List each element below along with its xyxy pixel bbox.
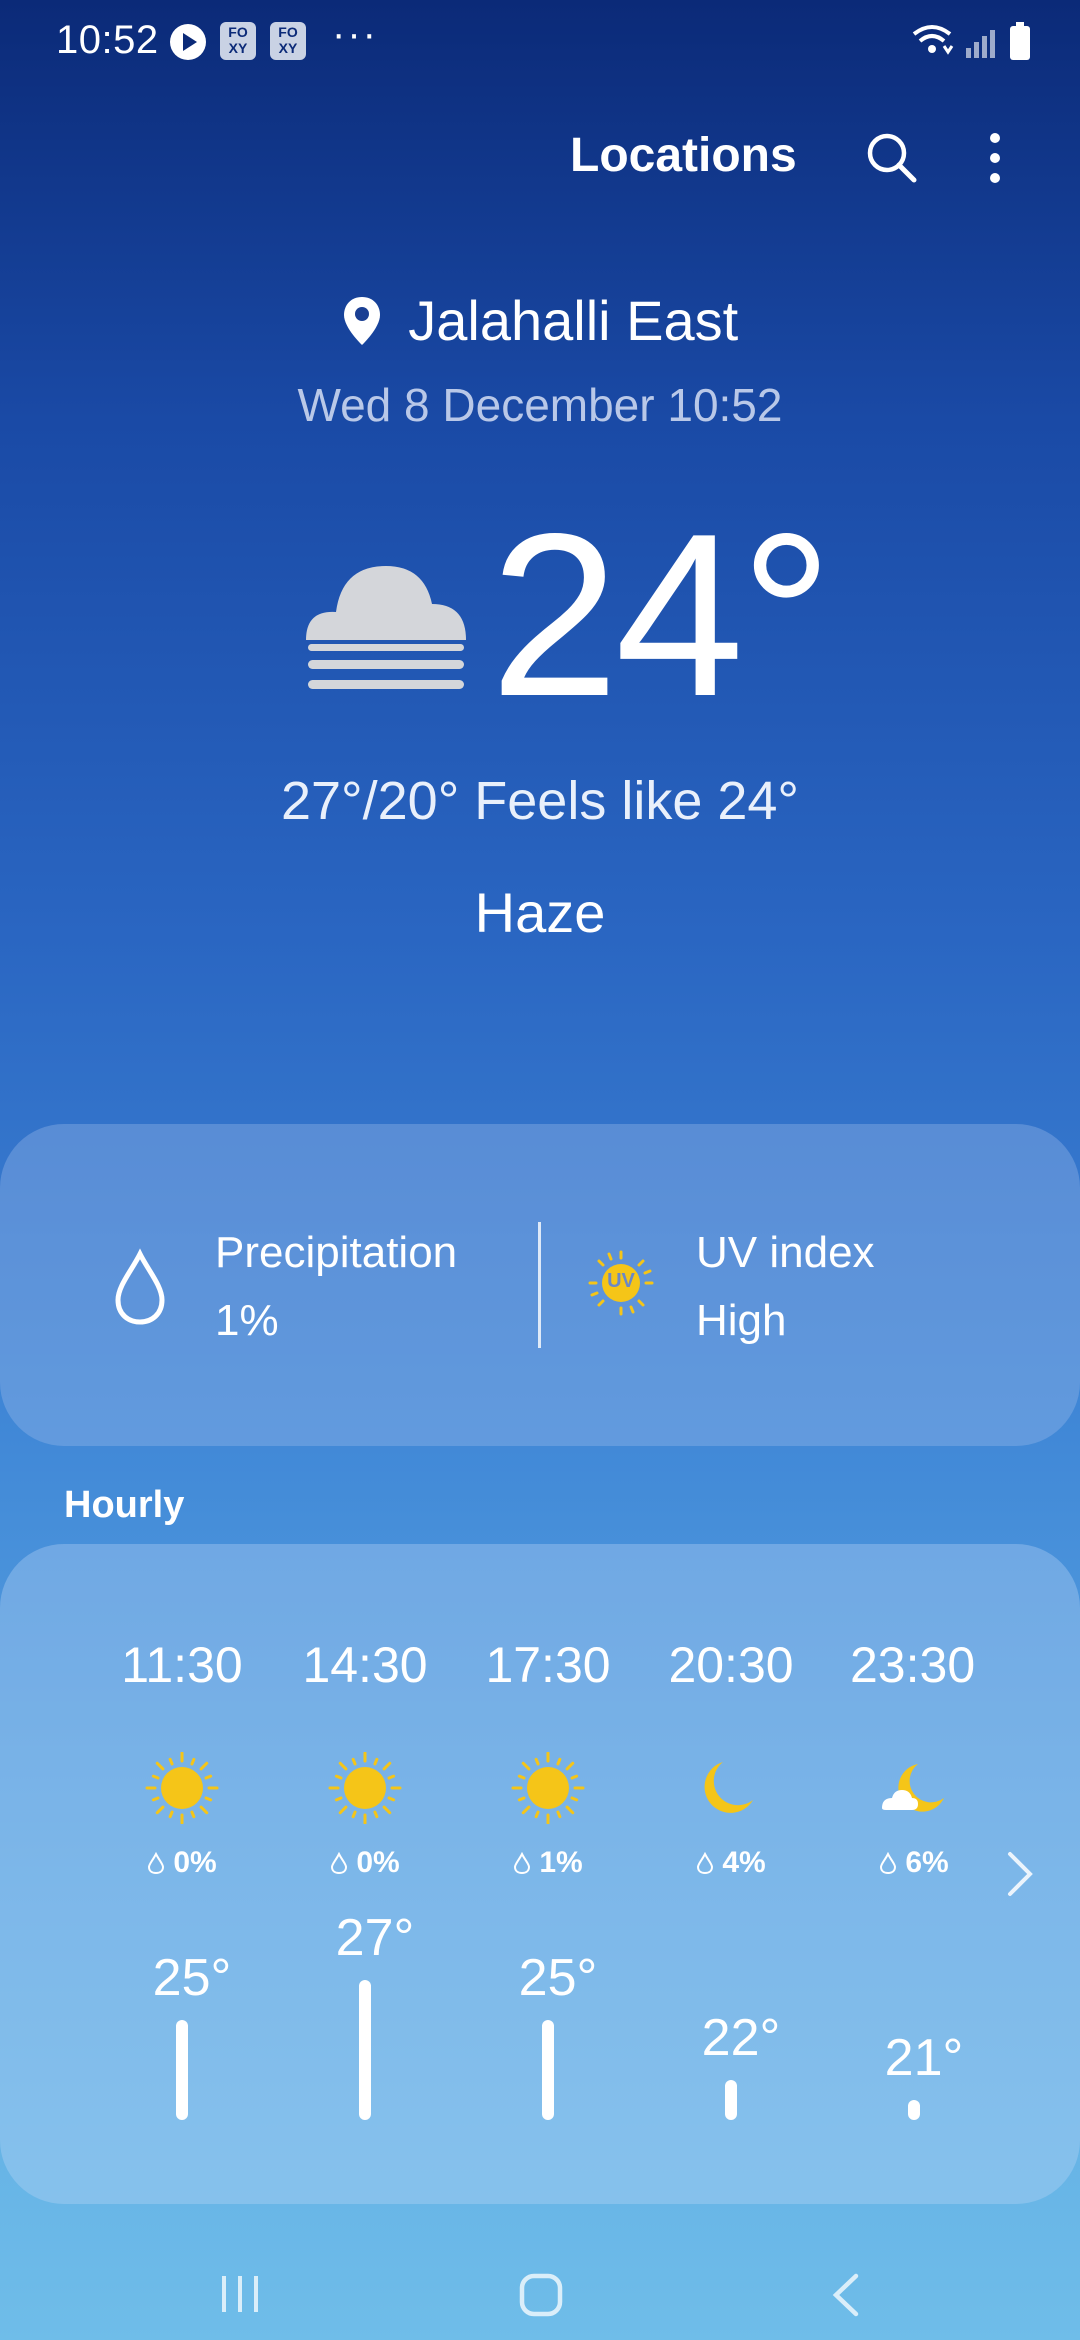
search-icon[interactable]	[862, 128, 922, 188]
recent-apps-icon[interactable]	[218, 2272, 262, 2316]
hourly-temp-bar	[542, 2020, 554, 2120]
foxy-app-icon: FO XY	[220, 22, 256, 60]
uv-badge-text: UV	[607, 1270, 635, 1292]
precipitation-value: 1%	[215, 1296, 279, 1345]
hourly-precipitation-value: 4%	[722, 1846, 766, 1879]
hourly-temperature: 21°	[884, 2029, 964, 2087]
raindrop-icon	[880, 1851, 897, 1875]
hourly-time: 20:30	[668, 1637, 794, 1693]
wifi-signal-battery-icon	[912, 22, 1030, 60]
more-options-icon[interactable]	[970, 128, 1020, 188]
sun-icon	[508, 1751, 588, 1825]
status-bar: 10:52 FO XY FO XY ···	[0, 0, 1080, 84]
hourly-time: 17:30	[485, 1637, 611, 1693]
date-time: Wed 8 December 10:52	[297, 379, 783, 431]
hourly-temp-bar	[176, 2020, 188, 2120]
status-time: 10:52	[56, 18, 159, 62]
status-indicators	[910, 20, 1040, 69]
play-store-icon	[170, 24, 206, 60]
sun-icon	[325, 1751, 405, 1825]
hourly-precipitation-value: 0%	[356, 1846, 400, 1879]
hourly-precipitation: 0%	[92, 1846, 272, 1880]
hourly-precipitation: 1%	[458, 1846, 638, 1880]
hourly-precipitation-value: 1%	[539, 1846, 583, 1879]
foxy-app-icon: FO XY	[270, 22, 306, 60]
uv-index-value: High	[696, 1296, 787, 1345]
raindrop-icon	[514, 1851, 531, 1875]
hourly-precipitation: 0%	[275, 1846, 455, 1880]
current-temperature: 24°	[490, 486, 833, 745]
location-name: Jalahalli East	[408, 289, 739, 352]
home-icon[interactable]	[518, 2272, 564, 2318]
uv-index-label: UV index	[696, 1228, 875, 1277]
high-low-feels-like: 27°/20° Feels like 24°	[280, 771, 800, 831]
hourly-temperature: 25°	[518, 1949, 598, 2007]
hourly-precipitation: 6%	[824, 1846, 1004, 1880]
hourly-time: 11:30	[121, 1637, 243, 1693]
haze-icon	[306, 566, 466, 689]
chevron-right-icon[interactable]	[1000, 1846, 1040, 1902]
hourly-temp-bar	[725, 2080, 737, 2120]
uv-index-icon: UV	[588, 1250, 654, 1316]
hourly-time: 23:30	[850, 1637, 976, 1693]
hourly-title: Hourly	[64, 1484, 185, 1526]
sun-icon	[142, 1751, 222, 1825]
hourly-temperature: 22°	[701, 2009, 781, 2067]
more-notifications-icon: ···	[332, 12, 378, 56]
hourly-temp-bar	[908, 2100, 920, 2120]
location-header[interactable]: Jalahalli East	[0, 288, 1080, 353]
hourly-precipitation-value: 0%	[173, 1846, 217, 1879]
raindrop-icon	[148, 1851, 165, 1875]
moon-cloud-icon	[874, 1752, 954, 1824]
raindrop-icon	[115, 1248, 165, 1325]
hourly-time: 14:30	[302, 1637, 428, 1693]
precipitation-label: Precipitation	[215, 1228, 458, 1277]
back-icon[interactable]	[826, 2272, 866, 2318]
locations-button[interactable]: Locations	[570, 128, 797, 183]
location-pin-icon	[343, 296, 380, 345]
divider	[538, 1222, 541, 1348]
hourly-temperature: 25°	[152, 1949, 232, 2007]
raindrop-icon	[331, 1851, 348, 1875]
hourly-precipitation-value: 6%	[905, 1846, 949, 1879]
moon-icon	[691, 1752, 771, 1824]
hourly-temperature: 27°	[335, 1909, 415, 1967]
hourly-temp-bar	[359, 1980, 371, 2120]
hourly-precipitation: 4%	[641, 1846, 821, 1880]
navigation-bar	[0, 2250, 1080, 2340]
raindrop-icon	[697, 1851, 714, 1875]
weather-condition: Haze	[474, 881, 606, 944]
